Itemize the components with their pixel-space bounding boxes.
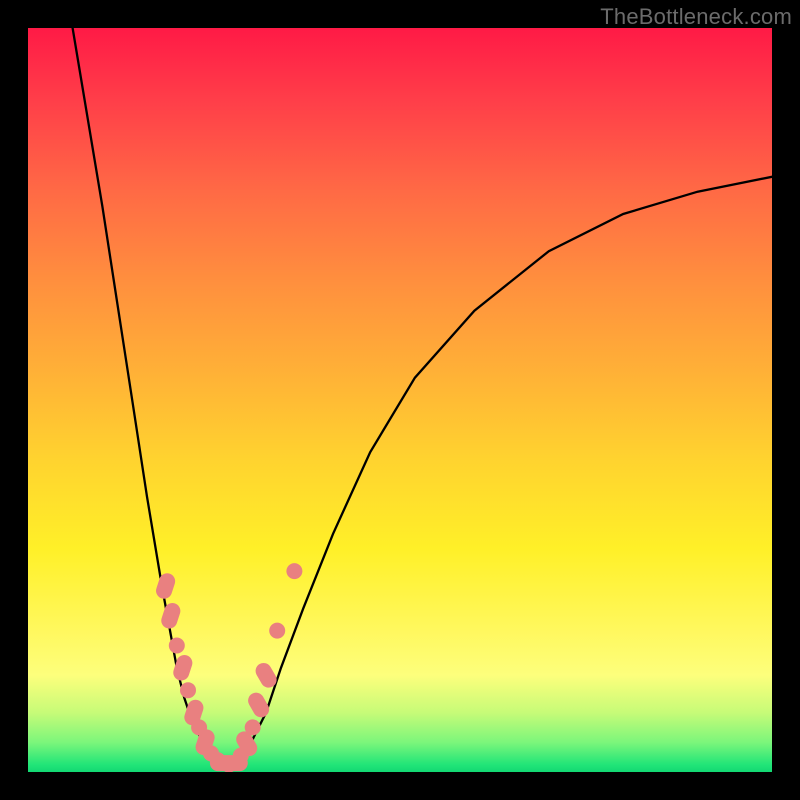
- bead-marker: [245, 719, 261, 735]
- watermark-text: TheBottleneck.com: [600, 4, 792, 30]
- chart-plot-area: [28, 28, 772, 772]
- bead-marker: [154, 571, 177, 601]
- bead-marker: [159, 601, 182, 631]
- bead-marker: [269, 623, 285, 639]
- bead-marker: [286, 563, 302, 579]
- bead-marker: [180, 682, 196, 698]
- bead-marker: [169, 638, 185, 654]
- left-curve-line: [73, 28, 229, 765]
- chart-svg: [28, 28, 772, 772]
- right-curve-line: [229, 177, 772, 765]
